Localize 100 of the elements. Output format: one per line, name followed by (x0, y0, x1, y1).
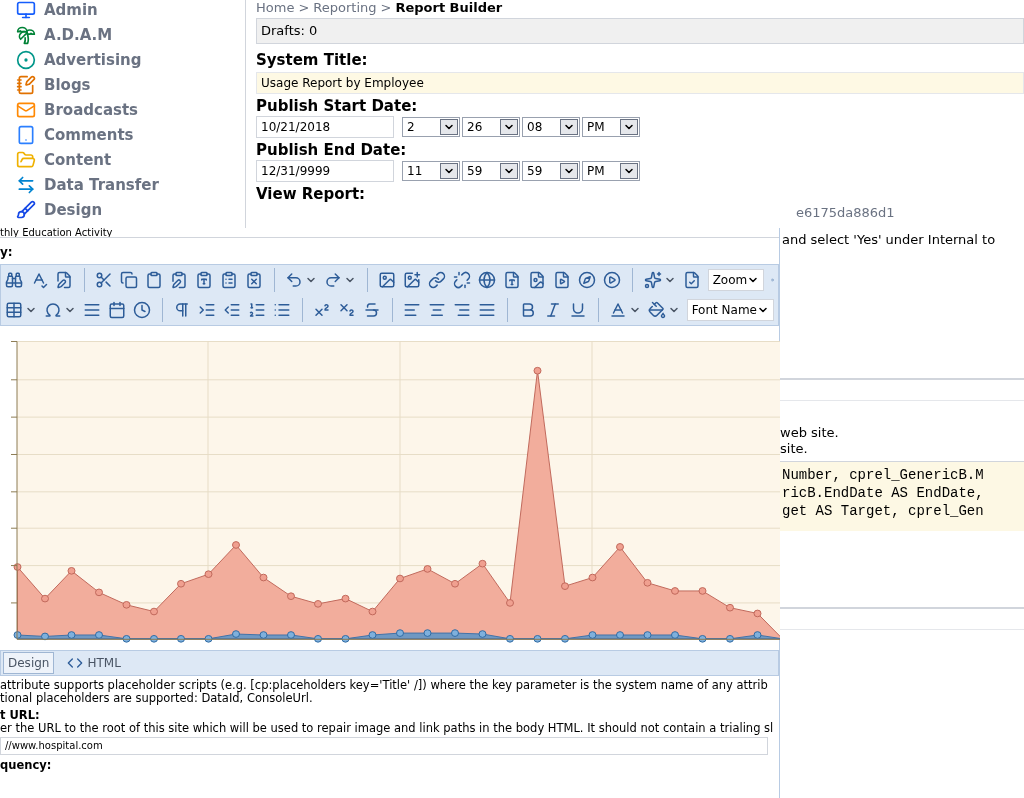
text-file-icon[interactable] (503, 271, 522, 289)
image-file-icon[interactable] (528, 271, 547, 289)
sql-code-box[interactable]: Number, cprel_GenericB.M ricB.EndDate AS EndDate, get AS Target, cprel_Gen (780, 460, 1024, 531)
subscript-icon[interactable] (338, 301, 357, 319)
table-icon[interactable] (5, 301, 23, 319)
sidebar-item[interactable]: Content (44, 148, 112, 172)
data-point (588, 631, 597, 639)
numbered-list-icon[interactable] (248, 301, 267, 319)
second-dropdown[interactable]: 59 (522, 161, 580, 181)
instruction-text: and select 'Yes' under Internal to (781, 231, 997, 249)
title-input[interactable]: Usage Report by Employee (256, 72, 1024, 94)
report-url[interactable]: e6175da886d1 (796, 205, 895, 220)
monitor-icon[interactable] (16, 0, 36, 20)
font-name-dropdown[interactable]: Font Name (686, 299, 774, 321)
redo-icon[interactable] (324, 271, 343, 289)
sidebar-item[interactable]: Broadcasts (44, 98, 139, 122)
badge-icon[interactable] (16, 50, 36, 70)
brush-icon[interactable] (16, 200, 36, 220)
sidebar-item[interactable]: Blogs (44, 73, 91, 97)
dropdown-arrow-button[interactable] (500, 119, 518, 135)
globe-icon[interactable] (478, 271, 497, 289)
data-point (451, 629, 459, 637)
superscript-icon[interactable] (313, 301, 332, 319)
image-add-icon[interactable] (403, 271, 422, 289)
clipboard-list-icon[interactable] (220, 271, 239, 289)
date-input[interactable]: 10/21/2018 (256, 116, 394, 138)
sidebar-item[interactable]: Advertising (44, 48, 142, 72)
lines-icon[interactable] (83, 301, 101, 319)
undo-icon[interactable] (285, 271, 304, 289)
clipboard-x-icon[interactable] (245, 271, 264, 289)
paint-bucket-icon[interactable] (647, 301, 666, 319)
clipboard-icon[interactable] (145, 271, 164, 289)
sidebar-item[interactable]: Data Transfer (44, 173, 159, 197)
calendar-icon[interactable] (108, 301, 126, 319)
breadcrumb-link[interactable]: Home (256, 0, 295, 16)
ampm-dropdown[interactable]: PM (582, 117, 640, 137)
data-point (726, 635, 734, 643)
link-icon[interactable] (428, 271, 447, 289)
sparkles-icon[interactable] (643, 271, 662, 289)
mode-tab[interactable]: Design (3, 652, 55, 674)
document-edit-icon[interactable] (55, 271, 73, 289)
clipboard-pen-icon[interactable] (170, 271, 189, 289)
binoculars-icon[interactable] (5, 271, 23, 289)
dropdown-arrow-button[interactable] (560, 163, 578, 179)
scissors-icon[interactable] (95, 271, 114, 289)
underline-icon[interactable] (568, 301, 587, 319)
align-left-icon[interactable] (403, 301, 422, 319)
minute-dropdown[interactable]: 59 (462, 161, 520, 181)
unlink-icon[interactable] (453, 271, 472, 289)
image-icon[interactable] (378, 271, 397, 289)
data-point (643, 631, 652, 639)
help-text: site. (780, 440, 809, 457)
align-right-icon[interactable] (453, 301, 472, 319)
data-point (259, 573, 268, 582)
justify-icon[interactable] (478, 301, 497, 319)
video-file-icon[interactable] (553, 271, 572, 289)
data-point (423, 565, 432, 573)
second-dropdown[interactable]: 08 (522, 117, 580, 137)
mode-tab[interactable]: HTML (62, 652, 126, 674)
align-center-icon[interactable] (428, 301, 447, 319)
omega-icon[interactable] (44, 301, 62, 319)
strikethrough-icon[interactable] (363, 301, 382, 319)
hour-dropdown[interactable]: 11 (402, 161, 460, 181)
data-point (671, 631, 679, 639)
outdent-icon[interactable] (223, 301, 242, 319)
dropdown-arrow-button[interactable] (620, 119, 638, 135)
data-point (478, 559, 487, 568)
date-input[interactable]: 12/31/9999 (256, 160, 394, 182)
url-input[interactable]: //www.hospital.com (0, 737, 768, 755)
dropdown-arrow-button[interactable] (620, 163, 638, 179)
indent-icon[interactable] (198, 301, 217, 319)
tablet-icon[interactable] (16, 125, 36, 145)
zoom-dropdown[interactable]: Zoom (707, 269, 765, 291)
sidebar-item[interactable]: Design (44, 198, 103, 222)
data-point (506, 635, 514, 643)
arrows-icon[interactable] (16, 175, 36, 195)
ampm-dropdown[interactable]: PM (582, 161, 640, 181)
data-point (341, 594, 350, 603)
sidebar-item[interactable]: Admin (44, 0, 98, 22)
font-color-icon[interactable] (608, 301, 627, 319)
dropdown-arrow-button[interactable] (500, 163, 518, 179)
clock-icon[interactable] (133, 301, 151, 319)
breadcrumb-current: Report Builder (395, 0, 503, 16)
breadcrumb-link[interactable]: Reporting (313, 0, 377, 16)
notebook-pen-icon[interactable] (16, 75, 36, 95)
clipboard-type-icon[interactable] (195, 271, 214, 289)
dropdown-arrow-button[interactable] (560, 119, 578, 135)
hour-dropdown[interactable]: 2 (402, 117, 460, 137)
data-point (396, 574, 404, 583)
sidebar-item[interactable]: Comments (44, 123, 134, 147)
play-icon[interactable] (603, 271, 622, 289)
dropdown-arrow-button[interactable] (440, 119, 458, 135)
sidebar-item[interactable]: A.D.A.M (44, 23, 113, 47)
minute-dropdown[interactable]: 26 (462, 117, 520, 137)
bullet-list-icon[interactable] (273, 301, 292, 319)
dropdown-arrow-button[interactable] (440, 163, 458, 179)
compass-icon[interactable] (578, 271, 597, 289)
file-check-icon[interactable] (682, 271, 701, 289)
palm-tree-icon[interactable] (16, 25, 36, 45)
copy-icon[interactable] (120, 271, 139, 289)
